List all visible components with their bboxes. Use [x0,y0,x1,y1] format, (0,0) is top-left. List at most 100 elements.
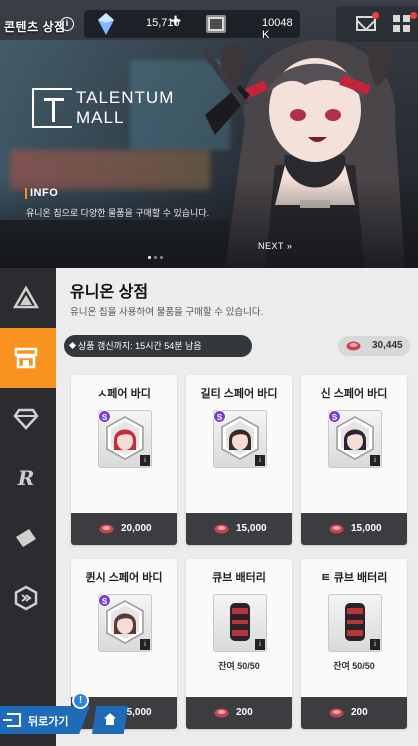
balance-value: 30,445 [372,340,403,351]
add-gems-button[interactable]: + [170,11,181,33]
banner-shade [0,178,418,268]
back-arrow-icon [3,713,21,727]
cube-battery-icon [345,603,365,641]
page-dot[interactable] [154,256,157,259]
r-logo-icon: R [17,466,35,490]
quantity-tag: i [370,639,380,650]
shop-item-card[interactable]: 퀸시 스페어 바디 Si 15,000 [71,559,177,729]
corner-menu [336,6,418,42]
buy-button[interactable]: 200 [186,697,292,729]
item-price: 20,000 [121,523,152,534]
buy-button[interactable]: 15,000 [186,513,292,545]
sidebar-item-arena-shop[interactable] [0,568,56,628]
quantity-tag: i [140,455,150,466]
info-heading: INFO [24,187,59,199]
home-button[interactable] [92,706,128,734]
logo-text-line1: TALENTUM [76,88,175,107]
quantity-tag: i [255,639,265,650]
menu-notification-dot [410,12,417,19]
spare-body-portrait-icon [336,416,374,460]
info-icon[interactable]: i [60,17,74,31]
union-shop-panel: 유니온 상점 유니온 칩을 사용하여 물품을 구매할 수 있습니다. 상품 갱신… [56,268,418,746]
item-price: 200 [236,707,253,718]
page-subtitle: 유니온 칩을 사용하여 물품을 구매할 수 있습니다. [70,307,264,318]
quantity-tag: i [370,455,380,466]
rarity-badge: S [98,594,111,607]
back-button-label: 뒤로가기 [28,716,69,728]
item-slot: Si [98,410,152,468]
category-sidebar: R [0,268,63,746]
next-button[interactable]: NEXT » [258,241,292,251]
item-slot: Si [213,410,267,468]
credit-icon [206,15,226,33]
shop-item-card[interactable]: ㅌ 큐브 배터리 i 잔여 50/50 200 [301,559,407,729]
item-slot: i [328,594,382,652]
refresh-timer: 상품 갱신까지: 15시간 54분 남음 [64,335,252,357]
logo-mark [32,88,72,128]
stock-remaining: 잔여 50/50 [333,661,375,671]
union-chip-icon [329,708,344,718]
union-chip-icon [214,708,229,718]
event-banner[interactable]: 콘텐츠 상점 i 15,716 + 10048 K TALENTUM MALL … [0,0,418,268]
ticket-icon [13,525,39,551]
rarity-badge: S [328,410,341,423]
sidebar-item-gem-shop[interactable] [0,388,56,448]
sidebar-item-ticket-shop[interactable] [0,508,56,568]
shop-item-card[interactable]: ㅅ페어 바디 Si 20,000 [71,375,177,545]
shop-item-card[interactable]: 길티 스페어 바디 Si 15,000 [186,375,292,545]
shop-icon [13,345,39,371]
item-name: ㅅ페어 바디 [97,388,151,400]
spare-body-portrait-icon [106,600,144,644]
item-price: 15,000 [236,523,267,534]
spare-body-portrait-icon [221,416,259,460]
page-dot[interactable] [160,256,163,259]
back-button[interactable]: 뒤로가기 [0,706,90,734]
shop-item-card[interactable]: 신 스페어 바디 Si 15,000 [301,375,407,545]
item-price: 200 [351,707,368,718]
union-chip-icon [214,524,229,534]
buy-button[interactable]: 20,000 [71,513,177,545]
union-chip-icon [346,341,361,351]
banner-page-dots [148,246,166,264]
page-title: 유니온 상점 [70,284,149,301]
gem-icon [98,13,114,35]
buy-button[interactable]: 15,000 [301,513,407,545]
union-chip-icon [99,524,114,534]
triangle-stack-icon [12,285,40,311]
item-name: 길티 스페어 바디 [200,388,278,400]
top-bar: 콘텐츠 상점 i 15,716 + 10048 K [0,0,418,46]
mail-notification-dot [372,12,379,19]
logo-text-line2: MALL [76,108,125,127]
menu-grid-icon[interactable] [393,15,411,33]
union-chip-balance: 30,445 [338,336,410,356]
home-icon [104,713,116,725]
rarity-badge: S [98,410,111,423]
item-slot: Si [328,410,382,468]
item-name: 퀸시 스페어 바디 [85,572,163,584]
stock-remaining: 잔여 50/50 [218,661,260,671]
sidebar-item-union-shop[interactable] [0,328,63,388]
item-slot: i [213,594,267,652]
shop-title: 콘텐츠 상점 [4,20,66,34]
item-name: 큐브 배터리 [212,572,266,584]
diamond-icon [13,405,39,431]
spare-body-portrait-icon [106,416,144,460]
cube-battery-icon [230,603,250,641]
quantity-tag: i [140,639,150,650]
union-chip-icon [329,524,344,534]
quantity-tag: i [255,455,265,466]
buy-button[interactable]: 200 [301,697,407,729]
item-name: ㅌ 큐브 배터리 [320,572,388,584]
credit-count: 10048 K [262,17,293,41]
sidebar-item-general[interactable] [0,268,56,328]
item-slot: Si [98,594,152,652]
page-dot[interactable] [148,256,151,259]
item-name: 신 스페어 바디 [320,388,388,400]
currency-bar: 15,716 + 10048 K [84,10,300,41]
sidebar-item-recycle-shop[interactable]: R [0,448,56,508]
info-text: 유니온 칩으로 다양한 물품을 구매할 수 있습니다. [26,208,210,218]
shop-item-card[interactable]: 큐브 배터리 i 잔여 50/50 200 [186,559,292,729]
rarity-badge: S [213,410,226,423]
hexagon-icon [13,585,39,611]
item-price: 15,000 [351,523,382,534]
